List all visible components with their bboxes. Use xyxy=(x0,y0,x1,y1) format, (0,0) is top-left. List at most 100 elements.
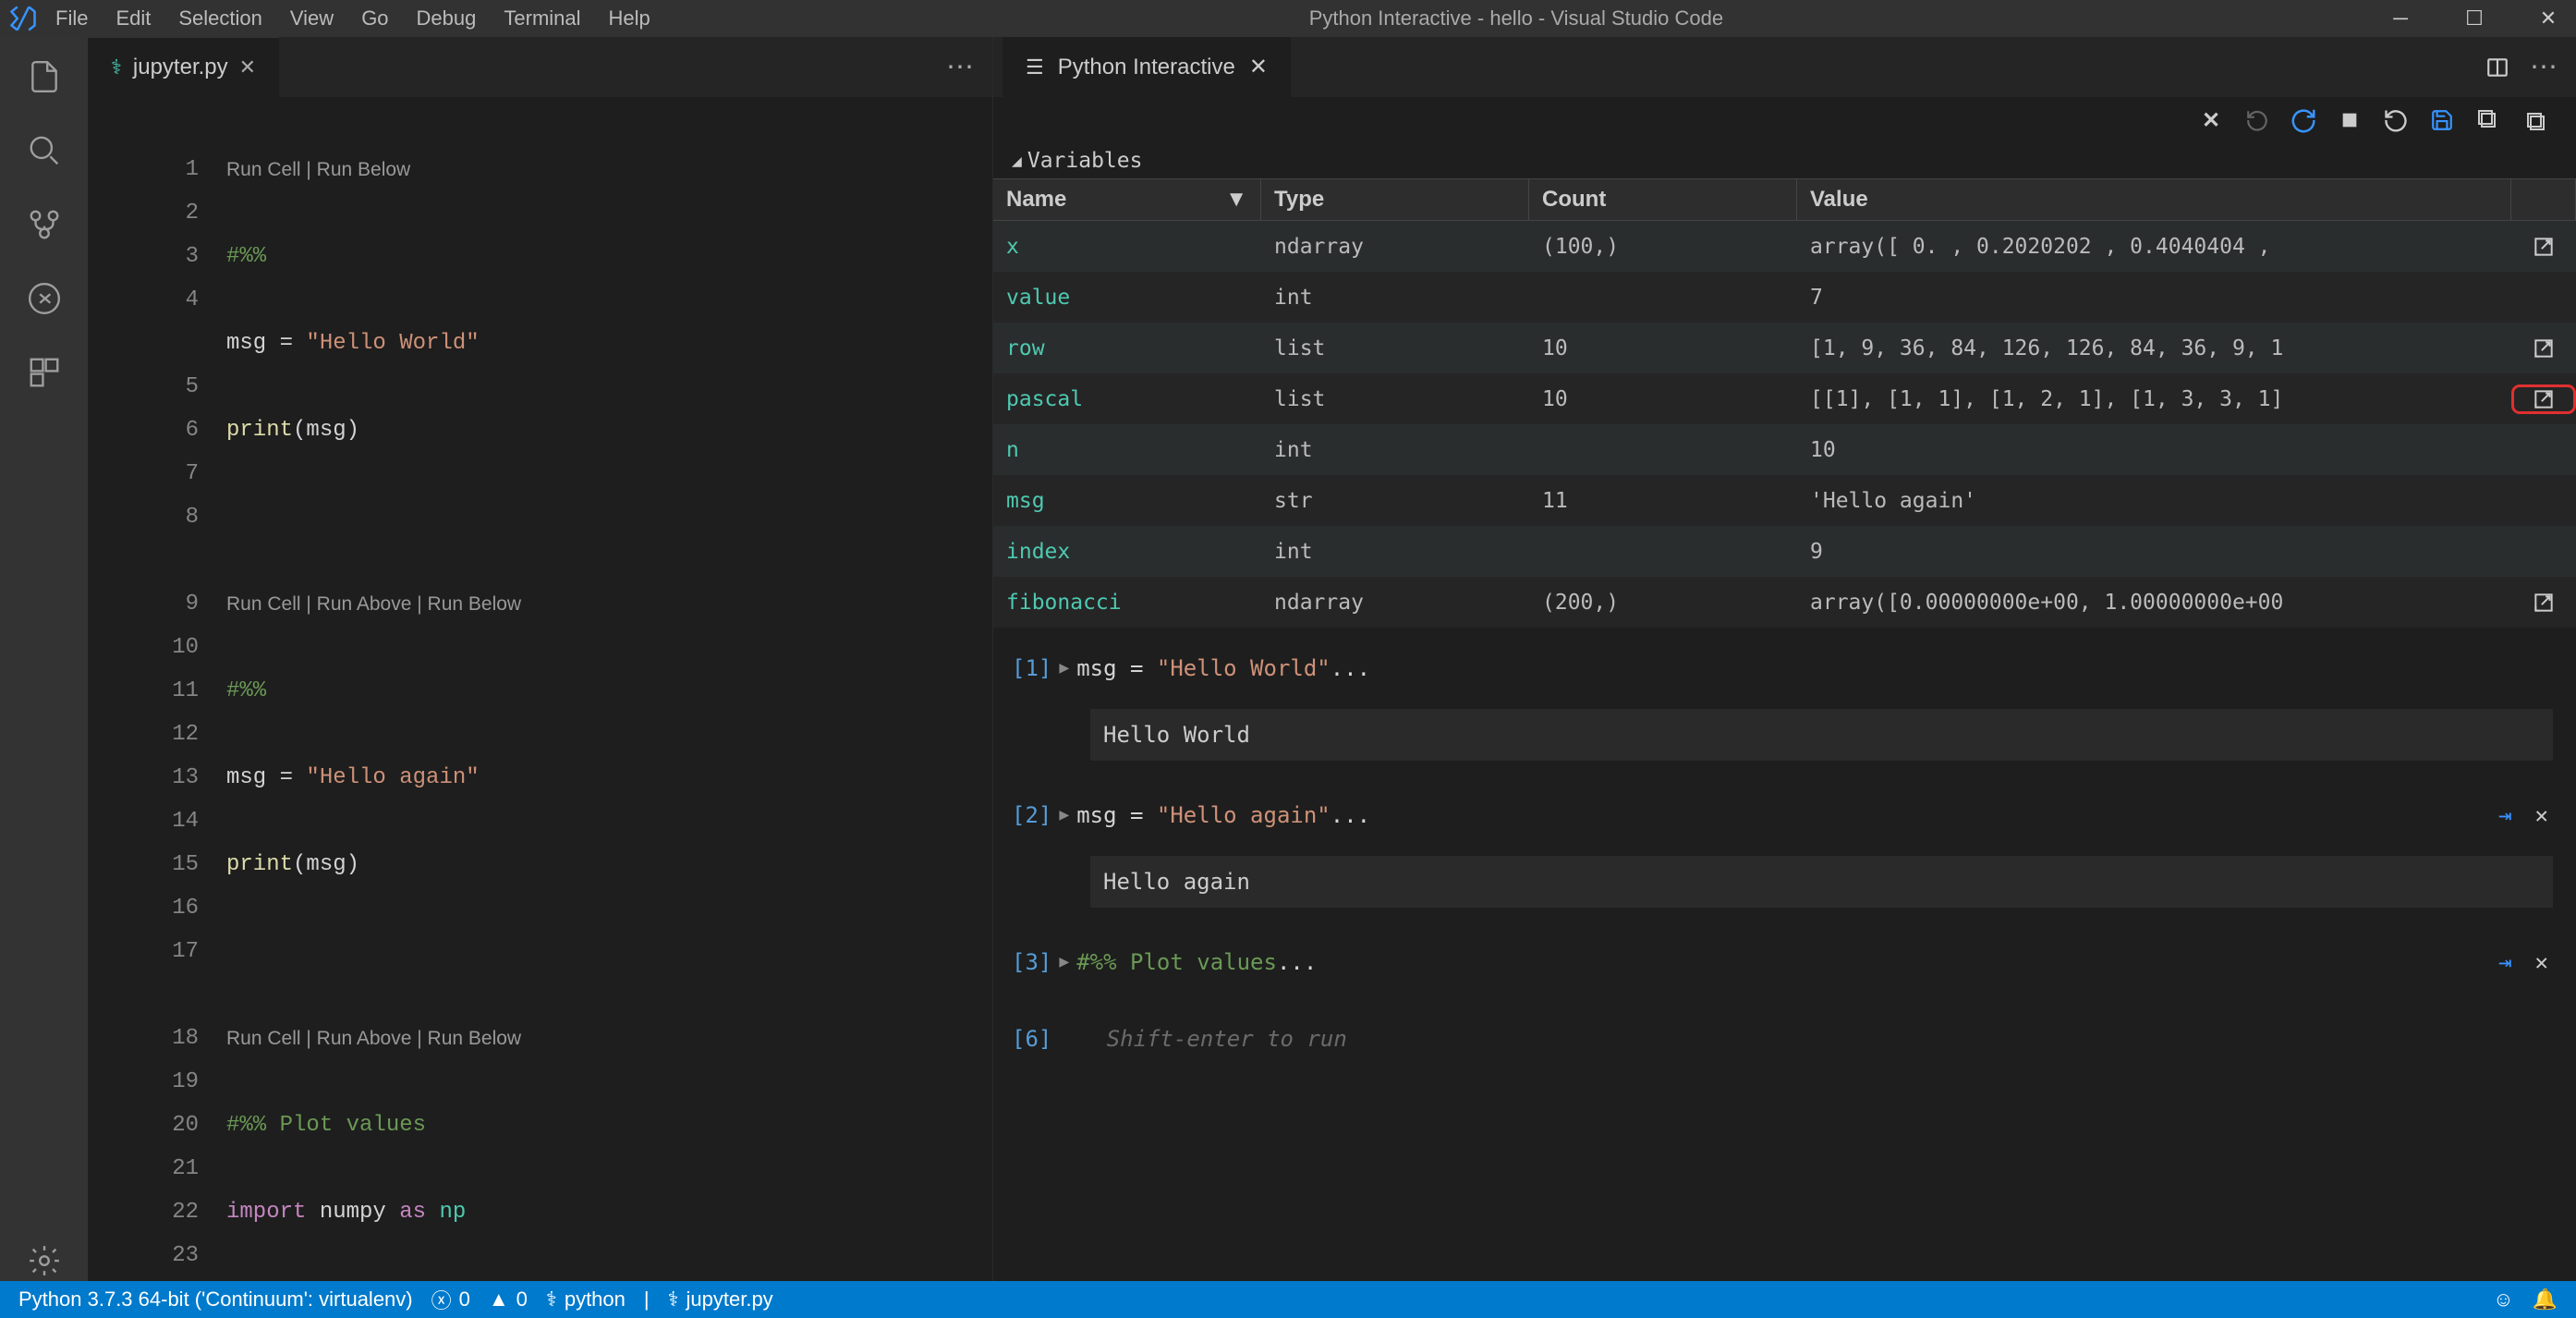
minimize-button[interactable]: ─ xyxy=(2382,6,2419,31)
run-hint: Shift-enter to run xyxy=(1107,1017,1347,1061)
cell-prompt: [3] xyxy=(1012,940,1051,984)
var-type: int xyxy=(1261,438,1529,462)
cell-input[interactable]: [2]▶msg = "Hello again"...⇥✕ xyxy=(1012,793,2576,837)
variable-row[interactable]: xndarray(100,)array([ 0. , 0.2020202 , 0… xyxy=(993,221,2576,272)
delete-cell-icon[interactable]: ✕ xyxy=(2535,940,2548,984)
delete-cell-icon[interactable]: ✕ xyxy=(2535,793,2548,837)
variable-row[interactable]: pascallist10[[1], [1, 1], [1, 2, 1], [1,… xyxy=(993,373,2576,424)
code-editor[interactable]: 1234 5678 91011121314151617 181920212223… xyxy=(88,97,992,1281)
expand-variable-icon[interactable] xyxy=(2511,384,2576,414)
feedback-icon[interactable]: ☺ xyxy=(2493,1287,2513,1312)
interrupt-icon[interactable] xyxy=(2336,106,2363,134)
tab-python-interactive[interactable]: ☰ Python Interactive ✕ xyxy=(1002,37,1291,97)
var-value: 10 xyxy=(1797,438,2511,462)
cell-prompt: [6] xyxy=(1012,1017,1051,1061)
status-python-version[interactable]: Python 3.7.3 64-bit ('Continuum': virtua… xyxy=(18,1287,413,1312)
window-controls: ─ ☐ ✕ xyxy=(2382,6,2567,31)
var-type: str xyxy=(1261,489,1529,513)
var-name: n xyxy=(993,438,1261,462)
editor-tabs: ⚕ jupyter.py ✕ ⋯ xyxy=(88,37,992,97)
notifications-icon[interactable]: 🔔 xyxy=(2533,1287,2558,1312)
more-actions-icon[interactable]: ⋯ xyxy=(2530,54,2558,81)
cancel-icon[interactable]: ✕ xyxy=(2197,106,2225,134)
main-menu: File Edit Selection View Go Debug Termin… xyxy=(55,6,650,31)
tab-label: Python Interactive xyxy=(1058,55,1235,80)
variables-table: Name ▼ Type Count Value xndarray(100,)ar… xyxy=(993,178,2576,628)
status-file[interactable]: ⚕ jupyter.py xyxy=(668,1287,773,1312)
menu-selection[interactable]: Selection xyxy=(178,6,262,31)
var-name: row xyxy=(993,336,1261,360)
extensions-icon[interactable] xyxy=(23,351,65,393)
menu-go[interactable]: Go xyxy=(361,6,388,31)
tab-jupyter[interactable]: ⚕ jupyter.py ✕ xyxy=(88,37,279,97)
expand-icon[interactable]: ▶ xyxy=(1059,793,1069,837)
var-value: [1, 9, 36, 84, 126, 126, 84, 36, 9, 1 xyxy=(1797,336,2511,360)
expand-variable-icon[interactable] xyxy=(2511,235,2576,259)
variable-row[interactable]: msgstr11'Hello again' xyxy=(993,475,2576,526)
var-name: index xyxy=(993,540,1261,564)
var-name: value xyxy=(993,286,1261,310)
col-value[interactable]: Value xyxy=(1797,179,2511,220)
status-warnings[interactable]: ▲ 0 xyxy=(489,1287,528,1312)
goto-icon[interactable]: ⇥ xyxy=(2498,940,2511,984)
expand-icon[interactable]: ▶ xyxy=(1059,646,1069,690)
cell-input[interactable]: [3]▶#%% Plot values...⇥✕ xyxy=(1012,940,2576,984)
undo-icon[interactable] xyxy=(2290,106,2317,134)
cell-code: msg = "Hello again"... xyxy=(1076,793,1370,837)
code-line: #%% xyxy=(226,244,266,269)
menu-view[interactable]: View xyxy=(290,6,334,31)
interactive-icon: ☰ xyxy=(1026,55,1044,79)
col-count[interactable]: Count xyxy=(1529,179,1797,220)
cell-prompt: [1] xyxy=(1012,646,1051,690)
status-errors[interactable]: ⓧ 0 xyxy=(431,1285,470,1314)
goto-icon[interactable]: ⇥ xyxy=(2498,793,2511,837)
status-language[interactable]: ⚕ python xyxy=(546,1287,626,1312)
save-icon[interactable] xyxy=(2428,106,2456,134)
variable-row[interactable]: rowlist10[1, 9, 36, 84, 126, 126, 84, 36… xyxy=(993,323,2576,373)
split-editor-icon[interactable] xyxy=(2484,54,2511,81)
variable-row[interactable]: indexint9 xyxy=(993,526,2576,577)
col-name[interactable]: Name ▼ xyxy=(993,179,1261,220)
var-count: (100,) xyxy=(1529,235,1797,259)
var-value: array([ 0. , 0.2020202 , 0.4040404 , xyxy=(1797,235,2511,259)
debug-icon[interactable] xyxy=(23,277,65,319)
window-title: Python Interactive - hello - Visual Stud… xyxy=(650,6,2382,31)
menu-help[interactable]: Help xyxy=(609,6,650,31)
codelens[interactable]: Run Cell | Run Above | Run Below xyxy=(226,1017,992,1060)
expand-all-icon[interactable] xyxy=(2474,106,2502,134)
variable-row[interactable]: valueint7 xyxy=(993,272,2576,323)
cell-output: Hello again xyxy=(1090,856,2553,908)
var-count: (200,) xyxy=(1529,591,1797,615)
col-type[interactable]: Type xyxy=(1261,179,1529,220)
search-icon[interactable] xyxy=(23,129,65,171)
close-icon[interactable]: ✕ xyxy=(1249,54,1268,80)
cell-input[interactable]: [1]▶msg = "Hello World"... xyxy=(1012,646,2576,690)
more-actions-icon[interactable]: ⋯ xyxy=(946,51,974,83)
codelens[interactable]: Run Cell | Run Above | Run Below xyxy=(226,582,992,626)
menu-edit[interactable]: Edit xyxy=(115,6,151,31)
expand-variable-icon[interactable] xyxy=(2511,591,2576,615)
codelens[interactable]: Run Cell | Run Below xyxy=(226,148,992,191)
collapse-all-icon[interactable] xyxy=(2521,106,2548,134)
editor-group: ⚕ jupyter.py ✕ ⋯ 1234 5678 9101112131415… xyxy=(88,37,993,1281)
var-count: 10 xyxy=(1529,387,1797,411)
variable-row[interactable]: nint 10 xyxy=(993,424,2576,475)
menu-debug[interactable]: Debug xyxy=(417,6,477,31)
expand-icon[interactable]: ▶ xyxy=(1059,940,1069,984)
maximize-button[interactable]: ☐ xyxy=(2456,6,2493,31)
restart-icon[interactable] xyxy=(2382,106,2410,134)
collapse-triangle-icon[interactable]: ◢ xyxy=(1012,152,1022,171)
menu-terminal[interactable]: Terminal xyxy=(504,6,580,31)
explorer-icon[interactable] xyxy=(23,55,65,97)
variable-row[interactable]: fibonaccindarray(200,)array([0.00000000e… xyxy=(993,577,2576,628)
menu-file[interactable]: File xyxy=(55,6,88,31)
close-button[interactable]: ✕ xyxy=(2530,6,2567,31)
expand-variable-icon[interactable] xyxy=(2511,336,2576,360)
redo-icon[interactable] xyxy=(2243,106,2271,134)
variables-header[interactable]: ◢ Variables xyxy=(993,143,2576,178)
settings-icon[interactable] xyxy=(23,1239,65,1281)
code-content[interactable]: Run Cell | Run Below #%% msg = "Hello Wo… xyxy=(226,104,992,1281)
source-control-icon[interactable] xyxy=(23,203,65,245)
close-icon[interactable]: ✕ xyxy=(239,55,256,79)
var-count: 10 xyxy=(1529,336,1797,360)
